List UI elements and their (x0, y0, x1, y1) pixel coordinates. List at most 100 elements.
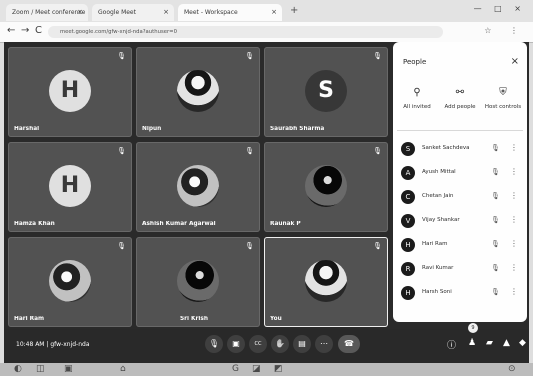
participant-name: Sanket Sachdeva (422, 145, 470, 151)
participant-row[interactable]: H Hari Ram 🎙 ⋮ (401, 237, 521, 255)
participant-name: You (270, 316, 282, 322)
panel-action-label: All invited (403, 104, 431, 110)
mic-off-icon: 🎙 (245, 52, 254, 60)
participant-row[interactable]: H Harsh Soni 🎙 ⋮ (401, 285, 521, 303)
taskbar-app-icon[interactable]: ⊙ (508, 364, 516, 374)
avatar: A (401, 166, 415, 180)
meeting-info: 10:48 AM | gfw-xnjd-nda (16, 341, 90, 348)
meet-window: H 🎙 Harshal 🎙 Nipun S 🎙 Saurabh Sharma H… (4, 42, 529, 363)
participant-row[interactable]: C Chetan Jain 🎙 ⋮ (401, 189, 521, 207)
video-grid: H 🎙 Harshal 🎙 Nipun S 🎙 Saurabh Sharma H… (4, 42, 392, 330)
mic-icon[interactable]: 🎙 (205, 335, 223, 353)
raise-hand-icon[interactable]: ✋ (271, 335, 289, 353)
panel-action[interactable]: ⚲ All invited (395, 87, 439, 110)
people-count-badge: 9 (468, 323, 478, 333)
participant-row[interactable]: A Ayush Mittal 🎙 ⋮ (401, 165, 521, 183)
more-options-icon[interactable]: ⋮ (510, 287, 518, 296)
browser-toolbar-icons[interactable]: ☆ ⋮ (484, 26, 526, 35)
end-call-icon[interactable]: ☎ (338, 335, 360, 353)
avatar (177, 260, 219, 302)
participant-tile[interactable]: 🎙 Hari Ram (8, 237, 132, 327)
participant-name: Sri Krish (180, 316, 208, 322)
mic-off-icon[interactable]: 🎙 (491, 144, 500, 152)
participant-row[interactable]: V Vijay Shankar 🎙 ⋮ (401, 213, 521, 231)
participant-row[interactable]: R Ravi Kumar 🎙 ⋮ (401, 261, 521, 279)
window-controls[interactable]: — □ × (474, 4, 526, 13)
participant-tile[interactable]: S 🎙 Saurabh Sharma (264, 47, 388, 137)
more-icon[interactable]: ⋯ (315, 335, 333, 353)
more-options-icon[interactable]: ⋮ (510, 167, 518, 176)
browser-tabbar: Zoom / Meet conference × Google Meet × M… (0, 0, 533, 22)
person-add-icon: ⚲ (413, 87, 421, 98)
info-icon[interactable]: ⓘ (447, 338, 456, 351)
people-icon[interactable]: ♟ (468, 338, 476, 348)
video-icon[interactable]: ▣ (227, 335, 245, 353)
participant-name: Harshal (14, 126, 40, 132)
panel-action[interactable]: ⚯ Add people (438, 87, 482, 110)
participant-tile[interactable]: H 🎙 Harshal (8, 47, 132, 137)
more-options-icon[interactable]: ⋮ (510, 143, 518, 152)
participant-name: Vijay Shankar (422, 217, 460, 223)
tab-label: Meet - Workspace (184, 9, 238, 16)
avatar (49, 260, 91, 302)
mic-off-icon[interactable]: 🎙 (491, 216, 500, 224)
meeting-time: 10:48 AM (16, 341, 45, 348)
avatar: S (305, 70, 347, 112)
participant-name: Harsh Soni (422, 289, 452, 295)
new-tab-button[interactable]: + (290, 5, 298, 16)
browser-addressbar: ← → C meet.google.com/gfw-xnjd-nda?authu… (0, 22, 533, 43)
taskbar-app-icon[interactable]: ◫ (36, 364, 45, 374)
mic-off-icon: 🎙 (245, 242, 254, 250)
activities-icon[interactable]: ▲ (503, 338, 510, 348)
participant-name: Ravi Kumar (422, 265, 454, 271)
participant-tile[interactable]: 🎙 Raunak P (264, 142, 388, 232)
close-icon[interactable]: × (271, 4, 277, 21)
more-options-icon[interactable]: ⋮ (510, 239, 518, 248)
participant-name: Raunak P (270, 221, 301, 227)
avatar (305, 260, 347, 302)
participant-row[interactable]: S Sanket Sachdeva 🎙 ⋮ (401, 141, 521, 159)
participant-tile[interactable]: 🎙 Sri Krish (136, 237, 260, 327)
meeting-controls-bar: 10:48 AM | gfw-xnjd-nda 🎙 ▣ CC ✋ ▤ ⋯ ☎ ⓘ… (4, 323, 529, 363)
reload-icon[interactable]: C (35, 25, 42, 36)
taskbar-app-icon[interactable]: ◐ (14, 364, 22, 374)
taskbar-app-icon[interactable]: G (232, 364, 239, 374)
taskbar-app-icon[interactable]: ◪ (252, 364, 261, 374)
browser-tab[interactable]: Zoom / Meet conference × (6, 4, 88, 21)
more-options-icon[interactable]: ⋮ (510, 191, 518, 200)
active-browser-tab[interactable]: Meet - Workspace × (178, 4, 282, 21)
url-field[interactable]: meet.google.com/gfw-xnjd-nda?authuser=0 (48, 26, 443, 38)
mic-off-icon: 🎙 (117, 147, 126, 155)
participant-tile[interactable]: 🎙 Ashish Kumar Agarwal (136, 142, 260, 232)
participant-tile[interactable]: 🎙 Nipun (136, 47, 260, 137)
participant-name: Chetan Jain (422, 193, 454, 199)
present-icon[interactable]: ▤ (293, 335, 311, 353)
taskbar-app-icon[interactable]: ▣ (64, 364, 73, 374)
mic-off-icon[interactable]: 🎙 (491, 288, 500, 296)
mic-off-icon: 🎙 (117, 242, 126, 250)
participant-tile[interactable]: H 🎙 Hamza Khan (8, 142, 132, 232)
close-icon[interactable]: × (77, 4, 83, 21)
avatar: C (401, 190, 415, 204)
more-options-icon[interactable]: ⋮ (510, 263, 518, 272)
forward-icon[interactable]: → (21, 25, 29, 36)
taskbar-app-icon[interactable]: ◩ (274, 364, 283, 374)
taskbar-app-icon[interactable]: ⌂ (120, 364, 126, 374)
participant-name: Hamza Khan (14, 221, 55, 227)
back-icon[interactable]: ← (7, 25, 15, 36)
mic-off-icon[interactable]: 🎙 (491, 168, 500, 176)
chat-icon[interactable]: ▰ (486, 338, 493, 348)
mic-off-icon[interactable]: 🎙 (491, 192, 500, 200)
mic-off-icon[interactable]: 🎙 (491, 240, 500, 248)
captions-icon[interactable]: CC (249, 335, 267, 353)
people-panel: People × ⚲ All invited ⚯ Add people ⛨ Ho… (393, 42, 527, 322)
close-icon[interactable]: × (163, 4, 169, 21)
mic-off-icon[interactable]: 🎙 (491, 264, 500, 272)
participant-name: Ashish Kumar Agarwal (142, 221, 216, 227)
participant-tile-selected[interactable]: 🎙 You (264, 237, 388, 327)
lock-icon[interactable]: ◆ (519, 338, 526, 348)
close-icon[interactable]: × (511, 56, 519, 67)
browser-tab[interactable]: Google Meet × (92, 4, 174, 21)
more-options-icon[interactable]: ⋮ (510, 215, 518, 224)
panel-action[interactable]: ⛨ Host controls (481, 87, 525, 110)
